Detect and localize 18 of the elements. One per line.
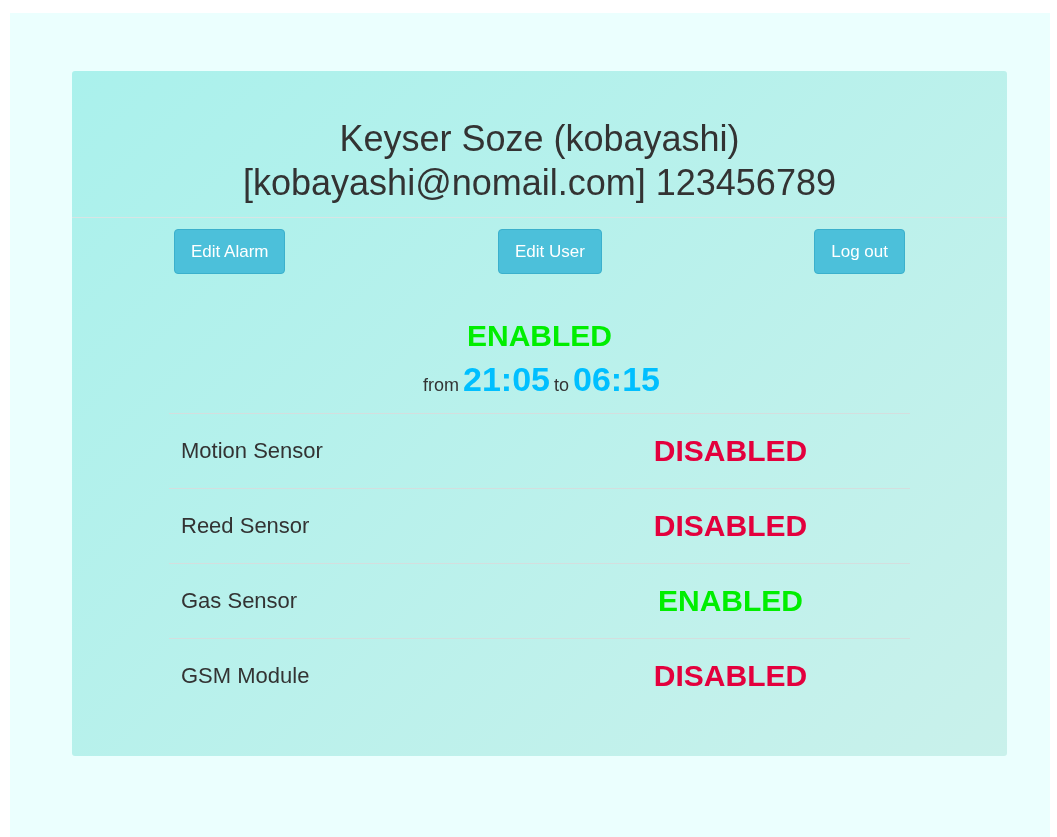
sensor-status: DISABLED (653, 434, 808, 467)
sensor-status: DISABLED (653, 509, 808, 542)
user-name: Keyser Soze (kobayashi) (338, 117, 741, 161)
sensor-name: Reed Sensor (181, 513, 310, 538)
alarm-status: ENABLED (466, 318, 613, 354)
user-contact: [kobayashi@nomail.com] 123456789 (242, 161, 837, 205)
sensor-status: ENABLED (658, 584, 803, 617)
sensor-name: Gas Sensor (181, 588, 298, 613)
sensor-name: Motion Sensor (181, 438, 323, 463)
end-time: 06:15 (573, 360, 660, 398)
action-button[interactable]: Edit Alarm (174, 229, 286, 274)
start-time: 21:05 (463, 360, 550, 398)
action-button[interactable]: Edit User (497, 229, 602, 274)
to-label: to (554, 375, 569, 395)
sensor-status: DISABLED (653, 659, 808, 692)
sensor-name: GSM Module (181, 663, 310, 688)
from-label: from (423, 375, 459, 395)
action-button[interactable]: Log out (814, 229, 905, 274)
